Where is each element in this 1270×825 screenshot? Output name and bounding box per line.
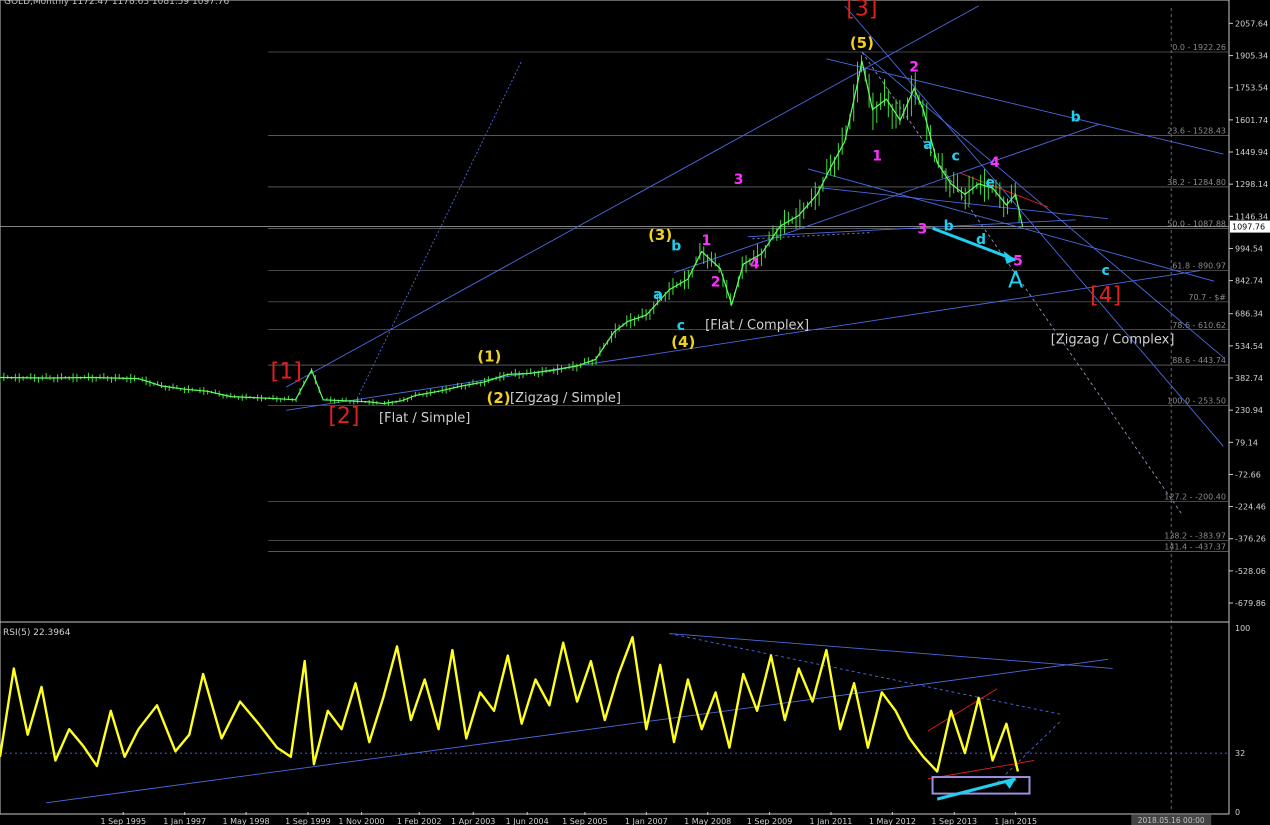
x-axis-tick-label: 1 Jan 1997 <box>163 817 206 825</box>
x-axis-tick-label: 1 Jan 2007 <box>625 817 668 825</box>
rsi-frame <box>0 621 1230 815</box>
wave-label: A <box>1008 269 1023 294</box>
trendline <box>747 219 1076 238</box>
symbol-header: GOLD,Monthly 1172.47 1178.63 1081.59 109… <box>4 0 229 7</box>
rsi-trendline <box>669 633 1113 669</box>
x-axis-tick-label: 1 Apr 2003 <box>451 817 495 825</box>
wave-label: [Flat / Simple] <box>379 411 470 426</box>
wave-label: (1) <box>477 348 501 366</box>
price-y-tick-label: 2057.64 <box>1235 19 1268 28</box>
x-axis-tick-label: 1 Feb 2002 <box>397 817 442 825</box>
wave-label: (5) <box>850 34 874 52</box>
wave-label: 4 <box>750 256 760 272</box>
wave-label: a <box>653 287 662 303</box>
price-y-tick-label: 1298.14 <box>1235 180 1268 189</box>
wave-label: b <box>944 218 954 234</box>
fib-level-label: 23.6 - 1528.43 <box>1167 126 1226 135</box>
price-frame <box>0 0 1230 623</box>
chart-root: GOLD,Monthly 1172.47 1178.63 1081.59 109… <box>0 0 1270 825</box>
price-y-tick-label: 1146.34 <box>1235 212 1268 221</box>
price-y-tick-label: 1601.74 <box>1235 116 1268 125</box>
wave-label: [4] <box>1090 283 1121 308</box>
rsi-trendline-dashed <box>669 633 1062 715</box>
price-y-tick-label: 1905.34 <box>1235 52 1268 61</box>
x-axis-tick-label: 1 Sep 1999 <box>285 817 331 825</box>
wave-label: b <box>1071 109 1081 125</box>
wave-label: e <box>985 175 995 191</box>
x-axis-tick-label: 1 May 2012 <box>869 817 916 825</box>
fib-level-label: 78.6 - 610.62 <box>1172 321 1226 330</box>
rsi-arrow <box>936 777 1017 801</box>
fib-level-label: 70.7 - $# <box>1188 293 1226 302</box>
chart-svg: GOLD,Monthly 1172.47 1178.63 1081.59 109… <box>0 0 1270 825</box>
x-axis-tick-label: 1 Nov 2000 <box>338 817 384 825</box>
wave-label: [1] <box>271 360 302 385</box>
date-marker-label: 2018.05.16 00:00 <box>1138 816 1205 825</box>
rsi-title: RSI(5) 22.3964 <box>3 628 71 638</box>
wave-label: c <box>1102 263 1110 279</box>
trendline <box>812 186 1109 220</box>
x-axis-tick-label: 1 May 1998 <box>223 817 270 825</box>
x-axis-tick-label: 1 Sep 2009 <box>747 817 793 825</box>
fib-level-label: 138.2 - -383.97 <box>1164 531 1226 540</box>
fib-level-label: 100.0 - 253.50 <box>1167 396 1226 405</box>
wave-label: (3) <box>648 226 672 244</box>
trendline <box>826 58 1224 155</box>
wave-label: 1 <box>872 148 882 164</box>
fib-level-label: 127.2 - -200.40 <box>1164 492 1226 501</box>
wave-label: d <box>976 232 986 248</box>
wave-label: [3] <box>846 0 877 21</box>
x-axis-tick-label: 1 Sep 2013 <box>931 817 977 825</box>
wave-label: c <box>677 318 685 334</box>
wave-label: [Zigzag / Simple] <box>510 391 621 406</box>
wave-label: [2] <box>328 404 359 429</box>
price-y-tick-label: 1449.94 <box>1235 148 1268 157</box>
x-axis-tick-label: 1 Sep 2005 <box>562 817 608 825</box>
wave-label: 4 <box>990 155 1000 171</box>
price-y-tick-label: 994.54 <box>1235 244 1263 253</box>
x-axis-tick-label: 1 Jun 2004 <box>506 817 549 825</box>
rsi-y-tick-label: 0 <box>1235 808 1240 817</box>
rsi-y-tick-label: 32 <box>1235 749 1245 758</box>
price-y-tick-label: -376.26 <box>1235 535 1266 544</box>
price-y-tick-label: 79.14 <box>1235 438 1258 447</box>
price-y-tick-label: -679.86 <box>1235 599 1266 608</box>
wave-label: 1 <box>701 233 711 249</box>
price-y-tick-label: 534.54 <box>1235 342 1263 351</box>
wave-label: 5 <box>1013 253 1023 269</box>
fib-level-label: 141.4 - -437.37 <box>1164 543 1226 552</box>
wave-label: (2) <box>487 389 511 407</box>
wave-label: b <box>671 238 681 254</box>
price-y-tick-label: -528.06 <box>1235 567 1266 576</box>
price-y-tick-label: 1753.54 <box>1235 84 1268 93</box>
price-y-tick-label: 230.94 <box>1235 406 1263 415</box>
x-axis-tick-label: 1 Jan 2011 <box>810 817 853 825</box>
fib-level-label: 61.8 - 890.97 <box>1172 261 1226 270</box>
fib-level-label: 50.0 - 1087.88 <box>1167 220 1226 229</box>
fib-level-label: 0.0 - 1922.26 <box>1172 43 1226 52</box>
wave-label: c <box>951 148 959 164</box>
wave-label: 3 <box>734 172 744 188</box>
rsi-series-line <box>0 636 1020 773</box>
wave-label: a <box>923 137 932 153</box>
wave-label: [Flat / Complex] <box>705 318 809 333</box>
price-y-tick-label: 382.74 <box>1235 374 1263 383</box>
x-axis-tick-label: 1 Sep 1995 <box>100 817 146 825</box>
rsi-trendline-red <box>927 688 998 732</box>
fib-level-label: 38.2 - 1284.80 <box>1167 178 1226 187</box>
current-price-label: 1097.76 <box>1232 223 1265 232</box>
price-y-tick-label: -224.46 <box>1235 503 1266 512</box>
wave-label: (4) <box>671 333 695 351</box>
fib-level-label: 88.6 - 443.74 <box>1172 356 1226 365</box>
rsi-y-tick-label: 100 <box>1235 624 1250 633</box>
wave-label: 2 <box>909 60 919 76</box>
price-y-tick-label: 686.34 <box>1235 310 1263 319</box>
x-axis-tick-label: 1 May 2008 <box>684 817 731 825</box>
price-y-tick-label: -72.66 <box>1235 470 1261 479</box>
wave-label: 2 <box>711 274 721 290</box>
wave-label: 3 <box>918 222 928 238</box>
wave-label: [Zigzag / Complex] <box>1051 333 1175 348</box>
x-axis-tick-label: 1 Jan 2015 <box>994 817 1037 825</box>
price-y-tick-label: 842.74 <box>1235 277 1263 286</box>
